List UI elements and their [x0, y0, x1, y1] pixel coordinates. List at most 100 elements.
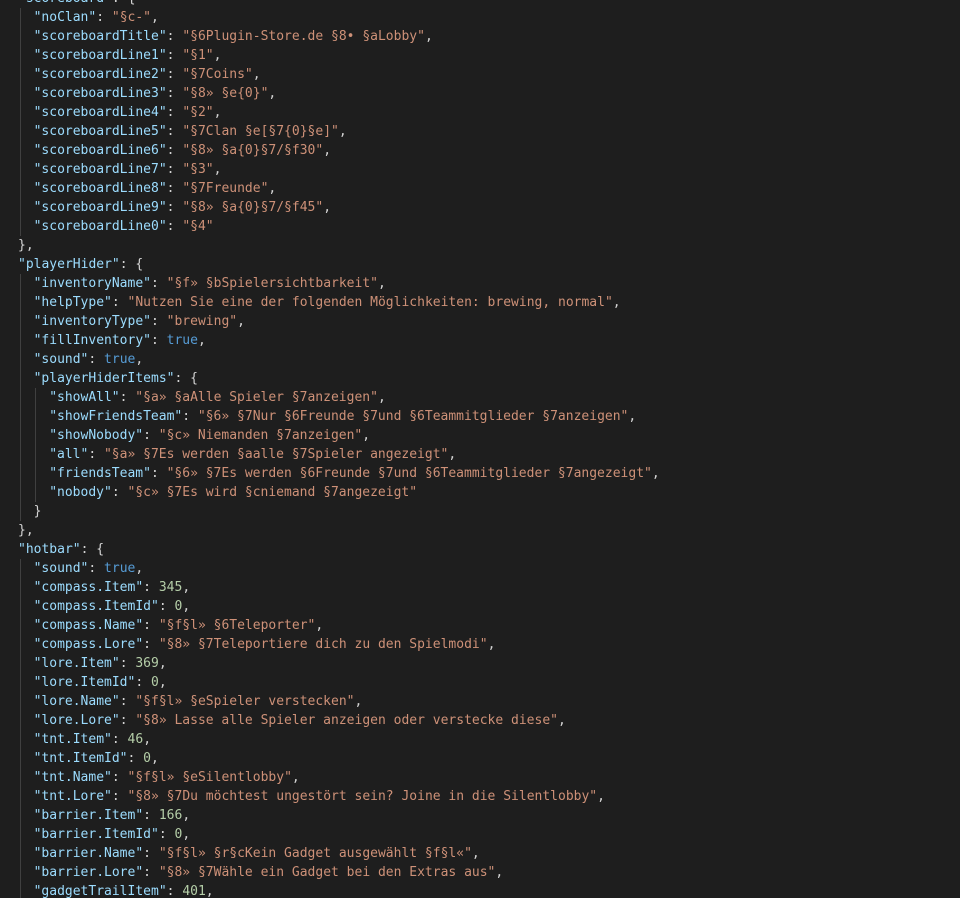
token-punc: :	[119, 694, 136, 709]
token-key: "nobody"	[49, 485, 112, 500]
token-punc: :	[151, 276, 167, 291]
token-key: "showAll"	[49, 390, 120, 405]
code-line[interactable]: "sound": true,	[0, 559, 960, 578]
token-key: "barrier.ItemId"	[33, 827, 159, 842]
code-line[interactable]: "tnt.Name": "§f§l» §eSilentlobby",	[0, 768, 960, 787]
code-line[interactable]: },	[0, 236, 960, 255]
indent-guide	[35, 407, 36, 426]
indent-guide	[20, 863, 21, 882]
token-punc: :	[127, 751, 144, 766]
code-editor[interactable]: "scoreboard": {"noClan": "§c-","scoreboa…	[0, 0, 960, 898]
code-line[interactable]: "gadgetTrailItem": 401,	[0, 882, 960, 898]
token-key: "noClan"	[33, 10, 97, 25]
token-punc: ,	[424, 29, 433, 44]
code-line-text: "barrier.Item": 166,	[34, 806, 191, 825]
token-punc: ,	[213, 48, 222, 63]
token-key: "playerHiderItems"	[33, 371, 175, 386]
code-line[interactable]: "all": "§a» §7Es werden §aalle §7Spieler…	[0, 445, 960, 464]
code-line[interactable]: "compass.Name": "§f§l» §6Teleporter",	[0, 616, 960, 635]
token-punc: ,	[135, 561, 144, 576]
code-line-text: "helpType": "Nutzen Sie eine der folgend…	[34, 293, 621, 312]
token-punc: :	[88, 352, 105, 367]
code-line[interactable]: "hotbar": {	[0, 540, 960, 559]
code-line[interactable]: "lore.Item": 369,	[0, 654, 960, 673]
code-line[interactable]: "tnt.Lore": "§8» §7Du möchtest ungestört…	[0, 787, 960, 806]
token-punc: :	[158, 827, 175, 842]
token-key: "lore.ItemId"	[33, 675, 136, 690]
code-line-text: "showNobody": "§c» Niemanden §7anzeigen"…	[49, 426, 370, 445]
token-punc: :	[166, 219, 183, 234]
code-line[interactable]: }	[0, 502, 960, 521]
code-line[interactable]: "helpType": "Nutzen Sie eine der folgend…	[0, 293, 960, 312]
code-line[interactable]: "compass.Item": 345,	[0, 578, 960, 597]
indent-guide	[35, 464, 36, 483]
code-line[interactable]: "compass.ItemId": 0,	[0, 597, 960, 616]
token-key: "sound"	[33, 561, 89, 576]
code-line[interactable]: "scoreboard": {	[0, 0, 960, 8]
code-line[interactable]: "nobody": "§c» §7Es wird §cniemand §7ang…	[0, 483, 960, 502]
code-line-text: "scoreboardLine4": "§2",	[34, 103, 222, 122]
code-line[interactable]: "tnt.ItemId": 0,	[0, 749, 960, 768]
code-line[interactable]: "lore.Lore": "§8» Lasse alle Spieler anz…	[0, 711, 960, 730]
code-line[interactable]: "sound": true,	[0, 350, 960, 369]
code-line[interactable]: "scoreboardLine8": "§7Freunde",	[0, 179, 960, 198]
code-line[interactable]: "scoreboardLine4": "§2",	[0, 103, 960, 122]
token-punc: }	[33, 504, 42, 519]
code-line-text: "lore.Name": "§f§l» §eSpieler verstecken…	[34, 692, 363, 711]
code-line[interactable]: "noClan": "§c-",	[0, 8, 960, 27]
code-line[interactable]: "scoreboardLine2": "§7Coins",	[0, 65, 960, 84]
token-punc: ,	[354, 694, 363, 709]
token-punc: :	[111, 295, 128, 310]
indent-guide	[20, 730, 21, 749]
code-line[interactable]: "scoreboardLine7": "§3",	[0, 160, 960, 179]
code-line[interactable]: "barrier.Name": "§f§l» §r§cKein Gadget a…	[0, 844, 960, 863]
indent-guide	[20, 445, 21, 464]
code-line[interactable]: "inventoryType": "brewing",	[0, 312, 960, 331]
code-line[interactable]: "showNobody": "§c» Niemanden §7anzeigen"…	[0, 426, 960, 445]
code-line[interactable]: "lore.Name": "§f§l» §eSpieler verstecken…	[0, 692, 960, 711]
token-key: "lore.Item"	[33, 656, 120, 671]
token-num: 0	[143, 751, 151, 766]
code-line[interactable]: "scoreboardLine0": "§4"	[0, 217, 960, 236]
code-line[interactable]: "barrier.ItemId": 0,	[0, 825, 960, 844]
code-line[interactable]: "scoreboardLine1": "§1",	[0, 46, 960, 65]
token-str: "§6» §7Es werden §6Freunde §7und §6Teamm…	[166, 466, 652, 481]
indent-guide	[35, 426, 36, 445]
code-line[interactable]: "scoreboardTitle": "§6Plugin-Store.de §8…	[0, 27, 960, 46]
indent-guide	[20, 350, 21, 369]
token-key: "scoreboardLine9"	[33, 200, 167, 215]
token-str: "§8» §e{0}"	[182, 86, 269, 101]
code-line[interactable]: "showFriendsTeam": "§6» §7Nur §6Freunde …	[0, 407, 960, 426]
indent-guide	[20, 559, 21, 578]
code-line[interactable]: "compass.Lore": "§8» §7Teleportiere dich…	[0, 635, 960, 654]
code-line[interactable]: "barrier.Item": 166,	[0, 806, 960, 825]
token-punc: ,	[377, 276, 386, 291]
indent-guide	[35, 445, 36, 464]
token-punc: },	[18, 523, 34, 538]
token-key: "gadgetTrailItem"	[33, 884, 167, 898]
code-line[interactable]: "playerHiderItems": {	[0, 369, 960, 388]
code-line-text: "compass.Item": 345,	[34, 578, 191, 597]
code-line[interactable]: "barrier.Lore": "§8» §7Wähle ein Gadget …	[0, 863, 960, 882]
code-line[interactable]: "scoreboardLine5": "§7Clan §e[§7{0}§e]",	[0, 122, 960, 141]
code-line[interactable]: "tnt.Item": 46,	[0, 730, 960, 749]
code-line[interactable]: "scoreboardLine3": "§8» §e{0}",	[0, 84, 960, 103]
token-str: "§1"	[182, 48, 214, 63]
code-line[interactable]: "inventoryName": "§f» §bSpielersichtbark…	[0, 274, 960, 293]
token-str: "Nutzen Sie eine der folgenden Möglichke…	[127, 295, 613, 310]
code-line[interactable]: "playerHider": {	[0, 255, 960, 274]
code-line-text: "tnt.Lore": "§8» §7Du möchtest ungestört…	[34, 787, 605, 806]
token-key: "helpType"	[33, 295, 112, 310]
code-line[interactable]: "scoreboardLine6": "§8» §a{0}§7/§f30",	[0, 141, 960, 160]
code-line-text: "scoreboardLine2": "§7Coins",	[34, 65, 261, 84]
code-line-text: "barrier.Lore": "§8» §7Wähle ein Gadget …	[34, 863, 504, 882]
token-punc: :	[111, 770, 128, 785]
code-line[interactable]: "fillInventory": true,	[0, 331, 960, 350]
code-line[interactable]: "lore.ItemId": 0,	[0, 673, 960, 692]
code-line[interactable]: },	[0, 521, 960, 540]
indent-guide	[20, 597, 21, 616]
token-punc: :	[166, 48, 183, 63]
code-line[interactable]: "showAll": "§a» §aAlle Spieler §7anzeige…	[0, 388, 960, 407]
code-line[interactable]: "scoreboardLine9": "§8» §a{0}§7/§f45",	[0, 198, 960, 217]
code-line[interactable]: "friendsTeam": "§6» §7Es werden §6Freund…	[0, 464, 960, 483]
